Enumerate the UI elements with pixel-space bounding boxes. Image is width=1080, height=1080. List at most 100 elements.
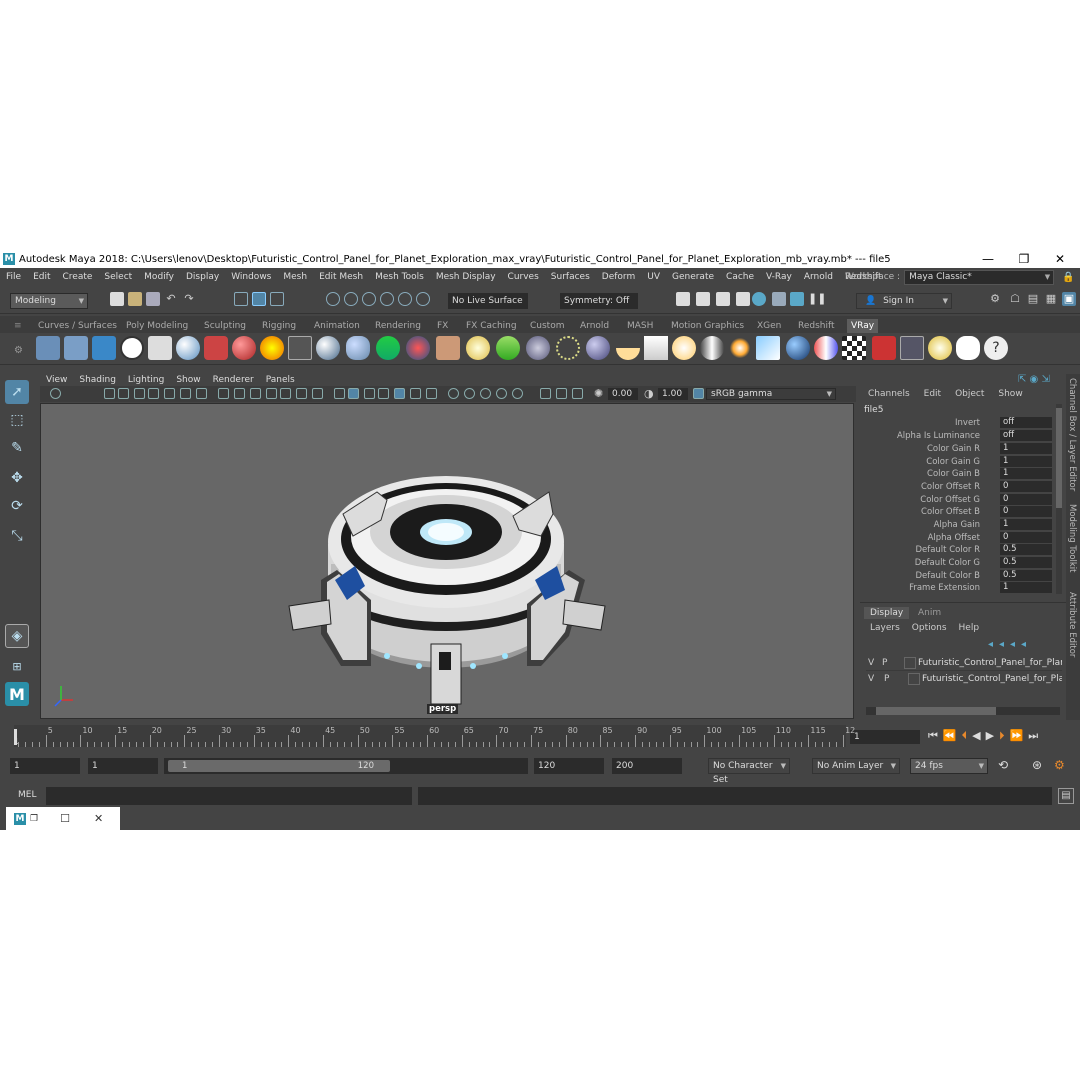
layer-row[interactable]: V P Futuristic_Control_Panel_for_Planet [866, 657, 1062, 671]
select-tool-icon[interactable]: ➚ [5, 380, 29, 404]
snap-grid-icon[interactable] [326, 292, 340, 306]
screen-space-ao-icon[interactable] [426, 388, 437, 399]
wireframe-icon[interactable] [312, 388, 323, 399]
viewport-menu-show[interactable]: Show [170, 375, 206, 385]
select-object-icon[interactable] [252, 292, 266, 306]
command-input[interactable] [46, 787, 412, 805]
scrollbar-thumb[interactable] [1056, 408, 1062, 508]
rotate-tool-icon[interactable]: ⟳ [5, 494, 29, 518]
menu-generate[interactable]: Generate [666, 272, 720, 282]
attr-row-color-offset-g[interactable]: Color Offset G0 [860, 494, 1056, 506]
close-button[interactable]: ✕ [1042, 250, 1078, 268]
current-frame-field[interactable]: 1 [850, 730, 920, 744]
attr-row-default-color-r[interactable]: Default Color R 0.5 [860, 544, 1056, 556]
shadows-icon[interactable] [410, 388, 421, 399]
tool-settings-icon[interactable]: ▦ [1044, 292, 1058, 306]
snap-point-icon[interactable] [362, 292, 376, 306]
attr-row-color-offset-b[interactable]: Color Offset B0 [860, 506, 1056, 518]
attr-row-alpha-offset[interactable]: Alpha Offset 0 [860, 532, 1056, 544]
shelf-tab-custom[interactable]: Custom [530, 319, 564, 333]
anim-layer-dropdown[interactable]: No Anim Layer [812, 758, 900, 774]
modeling-toolkit-icon[interactable]: ⚙ [988, 292, 1002, 306]
shelf-tab-sculpting[interactable]: Sculpting [204, 319, 246, 333]
workspace-dropdown[interactable]: Maya Classic* [904, 269, 1055, 285]
camera-icon[interactable] [104, 388, 115, 399]
attr-row-color-gain-r[interactable]: Color Gain R1 [860, 443, 1056, 455]
vray-grass-icon[interactable] [496, 336, 520, 360]
shelf-tab-motion-graphics[interactable]: Motion Graphics [671, 319, 744, 333]
attr-row-frame-extension[interactable]: Frame Extension 1 [860, 582, 1056, 594]
minimize-button[interactable]: — [970, 250, 1006, 268]
vray-vrmat-icon[interactable] [814, 336, 838, 360]
lasso-tool-icon[interactable]: ⬚ [5, 408, 29, 432]
auto-key-icon[interactable]: ⊛ [1032, 758, 1042, 772]
vray-sun-icon[interactable] [728, 336, 752, 360]
vray-rect-light-icon[interactable] [756, 336, 780, 360]
scene-model[interactable] [41, 404, 853, 718]
hypershade-icon[interactable] [752, 292, 766, 306]
menu-windows[interactable]: Windows [225, 272, 277, 282]
channels-menu[interactable]: Channels [868, 389, 910, 399]
exposure-icon[interactable]: ✺ [594, 387, 603, 400]
vray-checker-icon[interactable] [842, 336, 866, 360]
menu-cache[interactable]: Cache [720, 272, 760, 282]
viewport-menu-shading[interactable]: Shading [73, 375, 122, 385]
shelf-settings-icon[interactable]: ⚙ [14, 345, 23, 356]
shelf-tab-rigging[interactable]: Rigging [262, 319, 296, 333]
menu-modify[interactable]: Modify [138, 272, 180, 282]
viewport-menu-renderer[interactable]: Renderer [207, 375, 260, 385]
menu-mesh-tools[interactable]: Mesh Tools [369, 272, 430, 282]
paint-select-tool-icon[interactable]: ✎ [5, 436, 29, 460]
vray-cone-icon[interactable] [346, 336, 370, 360]
sign-in-dropdown[interactable]: 👤 Sign In [856, 293, 952, 309]
select-hierarchy-icon[interactable] [234, 292, 248, 306]
shaded-icon[interactable] [348, 388, 359, 399]
single-perspective-layout-icon[interactable]: ◈ [5, 624, 29, 648]
script-mode-label[interactable]: MEL [18, 790, 36, 800]
menu-deform[interactable]: Deform [596, 272, 641, 282]
vray-frame-buffer-icon[interactable] [872, 336, 896, 360]
playback-end-field[interactable]: 120 [534, 758, 604, 774]
fps-dropdown[interactable]: 24 fps [910, 758, 988, 774]
layers-menu[interactable]: Layers [870, 623, 900, 633]
go-to-start-icon[interactable]: ⏮ [928, 729, 943, 742]
vray-logo-icon[interactable] [120, 336, 144, 360]
textured-icon[interactable] [378, 388, 389, 399]
grease-pencil-icon[interactable] [180, 388, 191, 399]
range-slider-handle[interactable]: 1 120 [168, 760, 390, 772]
xray-active-icon[interactable] [556, 388, 567, 399]
menu-select[interactable]: Select [98, 272, 138, 282]
vray-tile2-icon[interactable] [64, 336, 88, 360]
bookmark-icon[interactable] [134, 388, 145, 399]
select-component-icon[interactable] [270, 292, 284, 306]
view-transform-dropdown[interactable]: sRGB gamma [706, 388, 836, 400]
layer-action-icons[interactable]: ◂◂◂◂ [988, 639, 1032, 650]
go-to-end-icon[interactable]: ⏭ [1028, 729, 1043, 742]
shelf-tab-arnold[interactable]: Arnold [580, 319, 609, 333]
vray-globe-icon[interactable] [466, 336, 490, 360]
vray-cloud-icon[interactable] [956, 336, 980, 360]
pause-icon[interactable]: ❚❚ [808, 292, 826, 306]
backface-culling-icon[interactable] [572, 388, 583, 399]
menu-display[interactable]: Display [180, 272, 225, 282]
playback-start-field[interactable]: 1 [88, 758, 158, 774]
gamma-field[interactable]: 1.00 [658, 388, 688, 400]
channel-box-toggle-icons[interactable]: ⇱ ◉ ⇲ [1018, 374, 1050, 385]
shelf-tab-fx[interactable]: FX [437, 319, 448, 333]
safe-action-icon[interactable] [280, 388, 291, 399]
channel-box-scrollbar[interactable] [1056, 404, 1062, 594]
vray-fur-icon[interactable] [376, 336, 400, 360]
menu-create[interactable]: Create [57, 272, 99, 282]
vray-mesh-light-icon[interactable] [786, 336, 810, 360]
render-sequence-icon[interactable] [696, 292, 710, 306]
snap-curve-icon[interactable] [344, 292, 358, 306]
ipr-render-icon[interactable] [716, 292, 730, 306]
vray-brick-icon[interactable] [436, 336, 460, 360]
vray-ies-light-icon[interactable] [700, 336, 724, 360]
vray-tile-icon[interactable] [36, 336, 60, 360]
depth-of-field-icon[interactable] [480, 388, 491, 399]
vray-help-icon[interactable]: ? [984, 336, 1008, 360]
vray-material-icon[interactable] [232, 336, 256, 360]
shelf-tab-rendering[interactable]: Rendering [375, 319, 421, 333]
layer-color-swatch[interactable] [908, 673, 920, 685]
